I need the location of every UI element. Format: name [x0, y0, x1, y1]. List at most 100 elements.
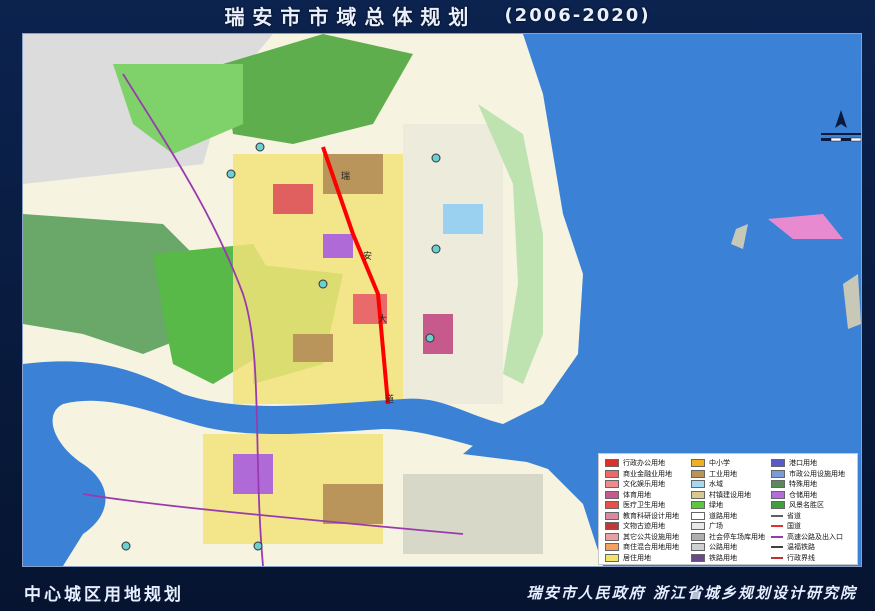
road-label-3: 大 — [378, 313, 387, 325]
legend-label: 国道 — [787, 522, 801, 531]
legend-label: 体育用地 — [623, 490, 651, 499]
legend-label: 水域 — [709, 480, 723, 489]
legend-label: 风景名胜区 — [789, 501, 824, 510]
legend-label: 高速公路及出入口 — [787, 532, 843, 541]
legend-item: 广场 — [691, 521, 765, 532]
legend-item: 道路用地 — [691, 511, 765, 522]
legend-color-swatch — [771, 480, 785, 489]
legend-item: 教育科研设计用地 — [605, 511, 679, 522]
legend-item: 体育用地 — [605, 490, 679, 501]
legend-label: 港口用地 — [789, 459, 817, 468]
legend-color-swatch — [771, 469, 785, 478]
legend-label: 特殊用地 — [789, 480, 817, 489]
legend-item: 水域 — [691, 479, 765, 490]
poster-title: 瑞安市市域总体规划 (2006-2020) — [0, 0, 875, 30]
legend-item: 商业金融业用地 — [605, 469, 679, 480]
legend-item: 文物古迹用地 — [605, 521, 679, 532]
title-period: (2006-2020) — [504, 4, 651, 26]
footer-left-title: 中心城区用地规划 — [24, 584, 184, 605]
road-label-1: 瑞 — [341, 170, 350, 182]
legend-label: 行政界线 — [787, 553, 815, 562]
legend-line-swatch — [771, 525, 783, 528]
legend-label: 其它公共设施用地 — [623, 532, 679, 541]
legend-column-3: 港口用地 市政公用设施用地 特殊用地 仓储用地风景名胜区 省道国道 高速公路及出入口 温福铁… — [771, 458, 845, 563]
footer-right-org: 瑞安市人民政府 浙江省城乡规划设计研究院 — [526, 583, 857, 602]
legend-line-swatch — [771, 546, 783, 549]
legend-label: 社会停车场库用地 — [709, 532, 765, 541]
legend-color-swatch — [691, 480, 705, 489]
legend-item: 其它公共设施用地 — [605, 532, 679, 543]
legend-label: 教育科研设计用地 — [623, 511, 679, 520]
legend-line-swatch — [771, 535, 783, 538]
legend-label: 道路用地 — [709, 511, 737, 520]
legend-item: 工业用地 — [691, 469, 765, 480]
legend-label: 商住混合用地用地 — [623, 543, 679, 552]
footer-bar: 中心城区用地规划 瑞安市人民政府 浙江省城乡规划设计研究院 — [0, 573, 875, 611]
legend-color-swatch — [691, 543, 705, 552]
legend-item: 社会停车场库用地 — [691, 532, 765, 543]
legend-label: 省道 — [787, 511, 801, 520]
road-label-4: 道 — [385, 393, 394, 405]
legend-item: 文化娱乐用地 — [605, 479, 679, 490]
legend-color-swatch — [691, 501, 705, 510]
legend-label: 公路用地 — [709, 543, 737, 552]
legend-item: 国道 — [771, 521, 845, 532]
legend-item: 港口用地 — [771, 458, 845, 469]
legend-item: 商住混合用地用地 — [605, 542, 679, 553]
title-main: 瑞安市市域总体规划 — [224, 4, 477, 29]
legend-color-swatch — [605, 532, 619, 541]
legend-item: 高速公路及出入口 — [771, 532, 845, 543]
legend-item: 铁路用地 — [691, 553, 765, 564]
legend-item: 公路用地 — [691, 542, 765, 553]
legend-color-swatch — [771, 459, 785, 468]
legend-color-swatch — [691, 553, 705, 562]
legend-color-swatch — [691, 511, 705, 520]
legend-column-2: 中小学 工业用地 水域 村镇建设用地 绿地 道路用地广场 社会停车场库用地 公路用地 铁路用地 — [691, 458, 765, 563]
legend-item: 温福铁路 — [771, 542, 845, 553]
legend-item: 绿地 — [691, 500, 765, 511]
legend-color-swatch — [691, 522, 705, 531]
legend-label: 中小学 — [709, 459, 730, 468]
legend-label: 温福铁路 — [787, 543, 815, 552]
legend-color-swatch — [691, 532, 705, 541]
legend-item: 风景名胜区 — [771, 500, 845, 511]
legend-color-swatch — [605, 522, 619, 531]
legend-color-swatch — [771, 490, 785, 499]
legend-item: 居住用地 — [605, 553, 679, 564]
legend-color-swatch — [605, 501, 619, 510]
urban-blocks — [203, 124, 543, 554]
legend-color-swatch — [605, 543, 619, 552]
legend-color-swatch — [605, 480, 619, 489]
legend-color-swatch — [605, 511, 619, 520]
legend-label: 居住用地 — [623, 553, 651, 562]
legend-item: 市政公用设施用地 — [771, 469, 845, 480]
legend-color-swatch — [605, 490, 619, 499]
legend-label: 行政办公用地 — [623, 459, 665, 468]
legend-item: 特殊用地 — [771, 479, 845, 490]
legend-item: 行政办公用地 — [605, 458, 679, 469]
legend-color-swatch — [771, 501, 785, 510]
legend-item: 仓储用地 — [771, 490, 845, 501]
road-label-2: 安 — [363, 250, 372, 262]
legend-label: 商业金融业用地 — [623, 469, 672, 478]
legend-item: 村镇建设用地 — [691, 490, 765, 501]
legend-label: 医疗卫生用地 — [623, 501, 665, 510]
legend-label: 文化娱乐用地 — [623, 480, 665, 489]
legend-label: 广场 — [709, 522, 723, 531]
legend-color-swatch — [691, 459, 705, 468]
legend-label: 文物古迹用地 — [623, 522, 665, 531]
legend-color-swatch — [691, 490, 705, 499]
legend-label: 仓储用地 — [789, 490, 817, 499]
north-arrow-icon — [821, 110, 861, 142]
legend-line-swatch — [771, 514, 783, 517]
legend-item: 省道 — [771, 511, 845, 522]
legend-item: 行政界线 — [771, 553, 845, 564]
map-poster: 瑞安市市域总体规划 (2006-2020) 瑞 安 大 道 行政办公用地 商业金… — [0, 0, 875, 611]
legend-color-swatch — [605, 459, 619, 468]
legend-label: 绿地 — [709, 501, 723, 510]
legend-label: 村镇建设用地 — [709, 490, 751, 499]
legend-color-swatch — [691, 469, 705, 478]
legend-label: 铁路用地 — [709, 553, 737, 562]
map-legend: 行政办公用地 商业金融业用地 文化娱乐用地 体育用地医疗卫生用地 教育科研设计用地 文物古… — [598, 453, 858, 565]
legend-item: 中小学 — [691, 458, 765, 469]
